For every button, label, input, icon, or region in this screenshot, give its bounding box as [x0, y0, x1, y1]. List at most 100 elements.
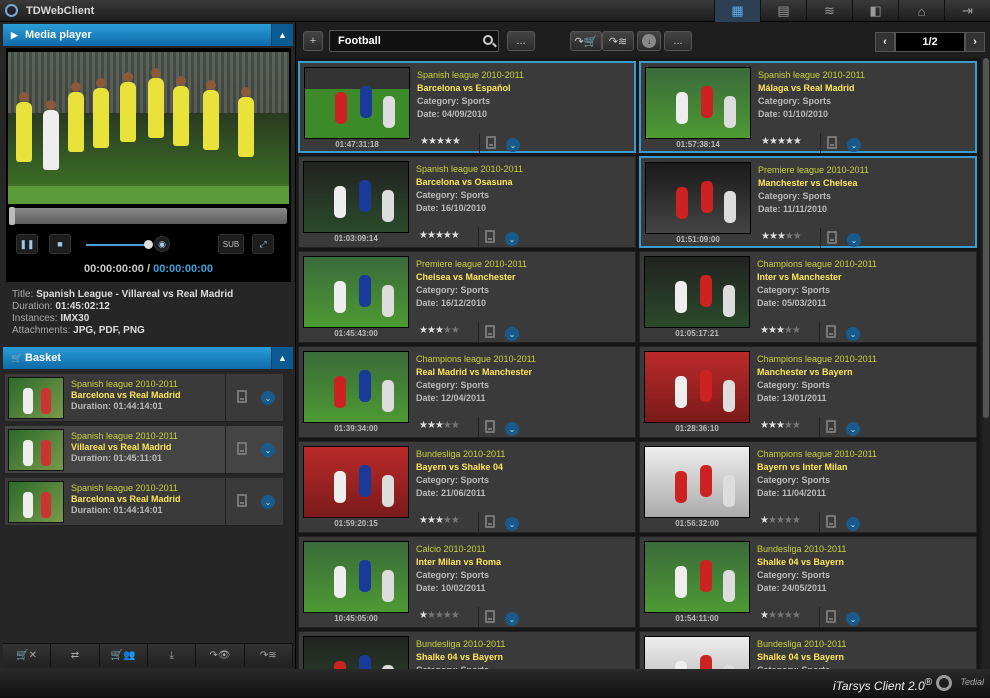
home-button[interactable]: ⌂	[898, 0, 944, 22]
bookmark-icon[interactable]	[237, 390, 247, 403]
bookmark-icon[interactable]	[485, 325, 495, 338]
move-button[interactable]: ⇄	[51, 644, 100, 667]
document-view-button[interactable]: ▤	[760, 0, 806, 22]
collapse-icon[interactable]: ▲	[271, 24, 293, 46]
result-card[interactable]: 01:57:38:14 Spanish league 2010-2011 Mál…	[639, 61, 977, 153]
scrollbar-thumb[interactable]	[983, 58, 989, 418]
media-player-header[interactable]: ▶ Media player ▲	[3, 24, 293, 46]
panels-button[interactable]: ◧	[852, 0, 898, 22]
bookmark-icon[interactable]	[485, 610, 495, 623]
send-to-basket-button[interactable]: ↷🛒	[570, 31, 602, 51]
chevron-down-icon[interactable]: ⌄	[505, 517, 519, 531]
result-card[interactable]: 01:05:17:21 Champions league 2010-2011 I…	[639, 251, 977, 343]
rating-stars[interactable]: ★★★★★	[760, 325, 801, 336]
bookmark-icon[interactable]	[485, 420, 495, 433]
search-icon[interactable]	[483, 35, 493, 45]
grid-view-button[interactable]: ▦	[714, 0, 760, 22]
download-results-button[interactable]: ↓	[637, 31, 661, 51]
basket-item[interactable]: Spanish league 2010-2011 Barcelona vs Re…	[5, 374, 283, 422]
fullscreen-button[interactable]: ⤢	[252, 234, 274, 254]
bookmark-icon[interactable]	[826, 420, 836, 433]
result-thumbnail[interactable]	[644, 351, 750, 423]
bookmark-icon[interactable]	[485, 230, 495, 243]
add-button[interactable]: +	[303, 31, 323, 51]
seek-handle[interactable]	[9, 207, 15, 225]
chevron-down-icon[interactable]: ⌄	[846, 612, 860, 626]
bookmark-icon[interactable]	[826, 610, 836, 623]
rating-stars[interactable]: ★★★★★	[760, 420, 801, 431]
result-thumbnail[interactable]	[644, 256, 750, 328]
collapse-icon[interactable]: ▲	[271, 347, 293, 369]
bookmark-icon[interactable]	[827, 231, 837, 244]
rating-stars[interactable]: ★★★★★	[760, 610, 801, 621]
chevron-down-icon[interactable]: ⌄	[505, 612, 519, 626]
result-card[interactable]: 01:59:20:15 Bundesliga 2010-2011 Bayern …	[298, 441, 636, 533]
result-card[interactable]: 01:03:09:14 Spanish league 2010-2011 Bar…	[298, 156, 636, 248]
result-thumbnail[interactable]	[303, 541, 409, 613]
volume-button[interactable]: ◉	[154, 236, 170, 252]
result-thumbnail[interactable]	[645, 67, 751, 139]
search-input[interactable]: Football	[329, 30, 499, 52]
send-layers-button[interactable]: ↷≋	[244, 644, 293, 667]
chevron-down-icon[interactable]: ⌄	[505, 422, 519, 436]
bookmark-icon[interactable]	[237, 494, 247, 507]
result-thumbnail[interactable]	[644, 541, 750, 613]
basket-item[interactable]: Spanish league 2010-2011 Villareal vs Re…	[5, 426, 283, 474]
basket-item[interactable]: Spanish league 2010-2011 Barcelona vs Re…	[5, 478, 283, 526]
result-card[interactable]: 01:45:43:00 Premiere league 2010-2011 Ch…	[298, 251, 636, 343]
chevron-down-icon[interactable]: ⌄	[847, 138, 861, 152]
result-card[interactable]: Bundesliga 2010-2011 Shalke 04 vs Bayern…	[639, 631, 977, 669]
bookmark-icon[interactable]	[485, 515, 495, 528]
chevron-down-icon[interactable]: ⌄	[505, 232, 519, 246]
result-card[interactable]: Bundesliga 2010-2011 Shalke 04 vs Bayern…	[298, 631, 636, 669]
seek-bar[interactable]	[9, 207, 287, 225]
prev-page-button[interactable]: ‹	[875, 32, 895, 52]
bookmark-icon[interactable]	[827, 136, 837, 149]
result-card[interactable]: 01:47:31:18 Spanish league 2010-2011 Bar…	[298, 61, 636, 153]
remove-from-basket-button[interactable]: 🛒✕	[3, 644, 52, 667]
rating-stars[interactable]: ★★★★★	[419, 420, 460, 431]
bookmark-icon[interactable]	[237, 442, 247, 455]
basket-header[interactable]: 🛒 Basket ▲	[3, 347, 293, 369]
result-card[interactable]: 01:54:11:00 Bundesliga 2010-2011 Shalke …	[639, 536, 977, 628]
result-thumbnail[interactable]	[304, 67, 410, 139]
chevron-down-icon[interactable]: ⌄	[505, 327, 519, 341]
chevron-down-icon[interactable]: ⌄	[261, 391, 275, 405]
chevron-down-icon[interactable]: ⌄	[846, 517, 860, 531]
chevron-down-icon[interactable]: ⌄	[506, 138, 520, 152]
rating-stars[interactable]: ★★★★★	[419, 230, 460, 241]
layers-button[interactable]: ≋	[806, 0, 852, 22]
send-to-layers-button[interactable]: ↷≋	[602, 31, 634, 51]
rating-stars[interactable]: ★★★★★	[761, 136, 802, 147]
rating-stars[interactable]: ★★★★★	[419, 515, 460, 526]
more-actions-button[interactable]: ...	[664, 31, 692, 51]
result-thumbnail[interactable]	[303, 351, 409, 423]
subtitles-button[interactable]: SUB	[218, 234, 244, 254]
chevron-down-icon[interactable]: ⌄	[261, 495, 275, 509]
chevron-down-icon[interactable]: ⌄	[261, 443, 275, 457]
result-thumbnail[interactable]	[644, 636, 750, 669]
stop-button[interactable]: ■	[49, 234, 71, 254]
chevron-down-icon[interactable]: ⌄	[846, 422, 860, 436]
download-button[interactable]: ⤓	[147, 644, 197, 667]
preview-button[interactable]: ↷👁	[196, 644, 245, 667]
result-thumbnail[interactable]	[303, 161, 409, 233]
result-card[interactable]: 01:28:36:10 Champions league 2010-2011 M…	[639, 346, 977, 438]
video-frame[interactable]	[8, 52, 289, 204]
search-options-button[interactable]: ...	[507, 31, 535, 51]
result-thumbnail[interactable]	[645, 162, 751, 234]
chevron-down-icon[interactable]: ⌄	[846, 327, 860, 341]
result-card[interactable]: 01:39:34:00 Champions league 2010-2011 R…	[298, 346, 636, 438]
rating-stars[interactable]: ★★★★★	[419, 325, 460, 336]
result-card[interactable]: 01:56:32:00 Champions league 2010-2011 B…	[639, 441, 977, 533]
logout-button[interactable]: ⇥	[944, 0, 990, 22]
rating-stars[interactable]: ★★★★★	[419, 610, 460, 621]
rating-stars[interactable]: ★★★★★	[761, 231, 802, 242]
result-thumbnail[interactable]	[303, 256, 409, 328]
result-card[interactable]: 10:45:05:00 Calcio 2010-2011 Inter Milan…	[298, 536, 636, 628]
result-thumbnail[interactable]	[303, 446, 409, 518]
share-basket-button[interactable]: 🛒👥	[99, 644, 148, 667]
bookmark-icon[interactable]	[826, 325, 836, 338]
results-scrollbar[interactable]	[982, 58, 990, 669]
volume-handle[interactable]	[144, 240, 153, 249]
